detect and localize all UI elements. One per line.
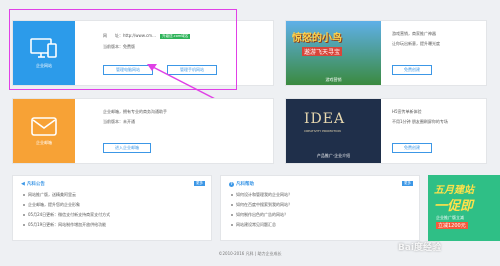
h5-card: IDEA CREATIVITY PROMOTION 产品推广·企业介绍 H5宣传…	[285, 98, 487, 164]
help-header: ? 凡科帮助	[229, 181, 254, 187]
help-more-link[interactable]: 更多	[402, 181, 413, 186]
notice-item[interactable]: 05月19日更新：网站制作增加开放供给功能	[23, 222, 110, 228]
h5-desc-line2: 不用1分钟 朋友圈刷屏你的专场	[392, 119, 448, 124]
notice-panel: ◀ 凡科公告 更多 网站推广版，送精美阿里云 企业邮箱，提升您的企业形象 05月…	[12, 175, 212, 241]
help-item[interactable]: 如何设计和管理我的企业网站？	[231, 192, 292, 198]
enter-mail-button[interactable]: 进入企业邮箱	[103, 143, 151, 153]
help-panel: ? 凡科帮助 更多 如何设计和管理我的企业网站？ 如何在百度中搜索到我的网站？ …	[220, 175, 420, 241]
help-list: 如何设计和管理我的企业网站？ 如何在百度中搜索到我的网站？ 如何制作出色的广告的…	[231, 192, 292, 232]
mail-desc: 企业邮箱，拥有专业的商务沟通助手	[103, 109, 167, 114]
game-banner[interactable]: 惊怒的小鸟 遨游飞天寻宝 游戏营销	[286, 21, 381, 85]
promo-banner[interactable]: 五月建站 一促即 企业推广版立减 立减1200元	[428, 175, 500, 241]
notice-list: 网站推广版，送精美阿里云 企业邮箱，提升您的企业形象 05月24日更新：微信支付…	[23, 192, 110, 232]
notice-more-link[interactable]: 更多	[194, 181, 205, 186]
h5-banner-title: IDEA	[304, 111, 346, 127]
promo-line2: 一促即	[434, 199, 474, 214]
h5-create-button[interactable]: 免费创建	[392, 143, 432, 153]
game-banner-line2: 遨游飞天寻宝	[302, 47, 343, 56]
game-banner-line1: 惊怒的小鸟	[292, 33, 342, 44]
game-desc-line1: 游戏营销，商家推广神器	[392, 31, 436, 36]
h5-banner[interactable]: IDEA CREATIVITY PROMOTION 产品推广·企业介绍	[286, 99, 381, 163]
h5-desc-line1: H5宣传单新体验	[392, 109, 422, 114]
mail-version: 当前版本：未开通	[103, 119, 135, 124]
notice-title: 凡科公告	[26, 182, 45, 187]
notice-item[interactable]: 05月24日更新：微信支付新支持商家支付方式	[23, 212, 110, 218]
game-desc-line2: 让你玩出新意，提升曝光度	[392, 41, 440, 46]
envelope-icon	[31, 116, 57, 136]
game-card: 惊怒的小鸟 遨游飞天寻宝 游戏营销 游戏营销，商家推广神器 让你玩出新意，提升曝…	[285, 20, 487, 86]
mail-card: 企业邮箱 企业邮箱，拥有专业的商务沟通助手 当前版本：未开通 进入企业邮箱	[12, 98, 274, 164]
help-icon: ?	[229, 181, 234, 187]
promo-sub: 企业推广版立减	[436, 215, 464, 220]
h5-banner-sub: CREATIVITY PROMOTION	[304, 129, 341, 133]
help-item[interactable]: 如何在百度中搜索到我的网站？	[231, 202, 292, 208]
notice-item[interactable]: 企业邮箱，提升您的企业形象	[23, 202, 110, 208]
promo-price: 立减1200元	[436, 222, 468, 229]
promo-line1: 五月建站	[434, 185, 474, 196]
mail-tile-label: 企业邮箱	[36, 139, 52, 145]
help-title: 凡科帮助	[236, 182, 254, 187]
mail-tile[interactable]: 企业邮箱	[13, 99, 75, 163]
notice-item[interactable]: 网站推广版，送精美阿里云	[23, 192, 110, 198]
h5-banner-caption: 产品推广·企业介绍	[316, 153, 351, 158]
footer-copyright: ©2010-2016 凡科 | 助力企业成长	[218, 251, 282, 256]
help-item[interactable]: 如何制作出色的广告的网站？	[231, 212, 292, 218]
game-create-button[interactable]: 免费创建	[392, 65, 432, 75]
notice-header: ◀ 凡科公告	[21, 181, 45, 187]
speaker-icon: ◀	[21, 181, 25, 187]
game-banner-caption: 游戏营销	[325, 77, 342, 82]
help-item[interactable]: 网站建设常见问题汇总	[231, 222, 292, 228]
